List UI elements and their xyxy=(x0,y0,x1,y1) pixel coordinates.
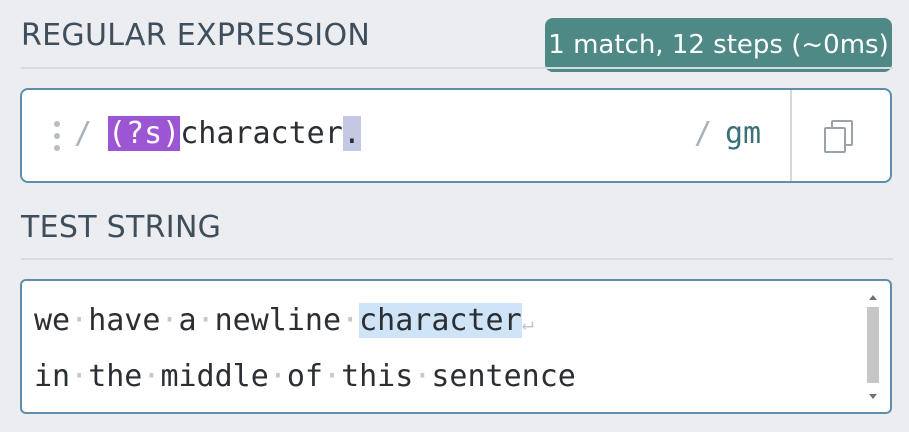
test-word: of xyxy=(286,359,323,394)
copy-button[interactable] xyxy=(792,90,890,181)
scroll-up-arrow-icon[interactable] xyxy=(869,295,877,300)
delimiter-close: / xyxy=(694,116,713,151)
test-section-title: TEST STRING xyxy=(21,210,222,245)
vertical-scrollbar[interactable] xyxy=(866,295,880,399)
section-divider xyxy=(21,67,893,69)
whitespace-dot: · xyxy=(196,303,215,338)
test-word: newline xyxy=(214,303,342,338)
drag-handle-icon[interactable] xyxy=(54,121,62,155)
test-word: in xyxy=(34,359,71,394)
test-word: the xyxy=(88,359,143,394)
test-word: a xyxy=(178,303,197,338)
test-word: we xyxy=(34,303,71,338)
test-word: have xyxy=(88,303,161,338)
whitespace-dot: · xyxy=(323,359,342,394)
regex-token-group: (?s) xyxy=(108,116,181,151)
whitespace-dot: · xyxy=(70,303,89,338)
regex-token-dot: . xyxy=(342,116,361,151)
match-highlight[interactable]: character xyxy=(359,303,522,338)
newline-icon: ↵ xyxy=(521,311,534,335)
whitespace-dot: · xyxy=(70,359,89,394)
whitespace-dot: · xyxy=(268,359,287,394)
regex-editor[interactable]: / (?s)character. / gm xyxy=(20,88,892,183)
test-string-editor[interactable]: we·have·a·newline·character↵ in·the·midd… xyxy=(20,279,892,414)
whitespace-dot: · xyxy=(341,303,360,338)
test-word: sentence xyxy=(431,359,576,394)
whitespace-dot: · xyxy=(160,303,179,338)
section-divider xyxy=(21,258,893,260)
test-word: middle xyxy=(160,359,269,394)
scrollbar-thumb[interactable] xyxy=(867,307,879,383)
whitespace-dot: · xyxy=(413,359,432,394)
scroll-down-arrow-icon[interactable] xyxy=(869,394,877,399)
flags-button[interactable]: gm xyxy=(725,116,761,151)
test-line-2: in·the·middle·of·this·sentence xyxy=(34,357,576,397)
delimiter-open: / xyxy=(74,116,93,151)
test-word: this xyxy=(341,359,414,394)
test-line-1: we·have·a·newline·character↵ xyxy=(34,301,534,343)
whitespace-dot: · xyxy=(142,359,161,394)
match-info-badge: 1 match, 12 steps (~0ms) xyxy=(545,18,892,72)
regex-section-title: REGULAR EXPRESSION xyxy=(21,18,371,53)
regex-input[interactable]: (?s)character. xyxy=(108,114,361,154)
regex-token-literal: character xyxy=(180,116,343,151)
